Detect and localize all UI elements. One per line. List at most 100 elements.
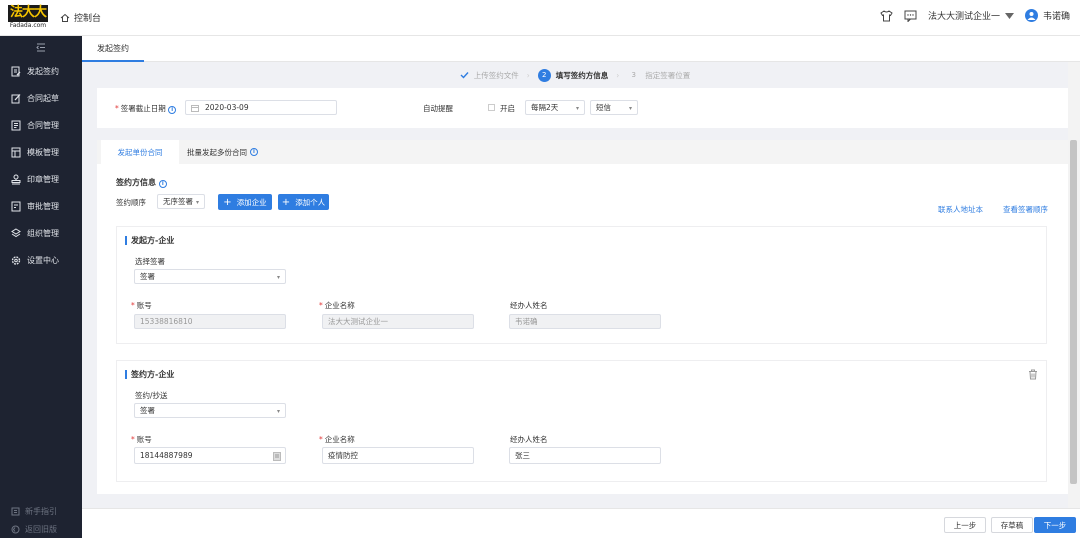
required-mark: *	[115, 104, 119, 113]
gear-icon	[11, 256, 21, 265]
deadline-date-picker[interactable]: 2020-03-09	[185, 100, 337, 115]
save-draft-button[interactable]: 存草稿	[991, 517, 1033, 533]
signer-account-label-text: 账号	[136, 435, 152, 444]
sidebar-item-draft[interactable]: 合同起草	[0, 85, 82, 112]
sidebar-item-label: 发起签约	[27, 67, 59, 76]
message-icon[interactable]	[904, 10, 917, 22]
step-position[interactable]: 3 指定签署位置	[627, 69, 691, 82]
tab-start-signing[interactable]: 发起签约	[82, 36, 144, 62]
sidebar-back-old[interactable]: 返回旧版	[0, 520, 82, 538]
caret-down-icon: ▾	[276, 408, 280, 415]
caret-down-icon: ▾	[575, 105, 579, 112]
scrollbar-thumb[interactable]	[1070, 140, 1077, 484]
sidebar-item-label: 印章管理	[27, 175, 59, 184]
chevron-right-icon: ›	[616, 70, 620, 80]
menu-fold-icon	[36, 43, 45, 51]
reminder-frequency-value: 每隔2天	[531, 103, 559, 112]
company-name: 法大大测试企业一	[927, 12, 1000, 22]
top-bar: 法大大 Fadada.com 控制台 法大大测试企业一 韦诺确	[0, 0, 1080, 36]
initiator-handler-label: 经办人姓名	[510, 301, 548, 310]
sidebar-item-label: 模板管理	[27, 148, 59, 157]
tab-batch-contracts[interactable]: 批量发起多份合同 i	[187, 140, 277, 164]
info-icon[interactable]: i	[158, 180, 167, 188]
reminder-frequency-select[interactable]: 每隔2天 ▾	[525, 100, 585, 115]
signing-order-label: 签约顺序	[116, 198, 146, 207]
sidebar-item-sign[interactable]: 发起签约	[0, 58, 82, 85]
deadline-label: * 签署截止日期 i	[115, 103, 177, 114]
plus-icon: +	[223, 196, 232, 208]
signer-company-input[interactable]: 疫情防控	[322, 447, 474, 464]
add-company-button[interactable]: + 添加企业	[218, 194, 272, 210]
initiator-account-input[interactable]: 15338816810	[134, 314, 286, 329]
sidebar-item-organization[interactable]: 组织管理	[0, 220, 82, 247]
initiator-role-select[interactable]: 签署 ▾	[134, 269, 286, 284]
signer-handler-input[interactable]: 张三	[509, 447, 661, 464]
sidebar-guide-label: 新手指引	[25, 506, 57, 516]
reminder-checkbox[interactable]	[488, 104, 495, 111]
sign-doc-icon	[11, 66, 21, 77]
shirt-icon[interactable]	[880, 9, 893, 22]
step-label: 上传签约文件	[473, 70, 519, 80]
step-fill-signers[interactable]: 2 填写签约方信息	[537, 68, 608, 82]
sidebar-item-seals[interactable]: 印章管理	[0, 166, 82, 193]
add-person-button[interactable]: + 添加个人	[278, 194, 329, 210]
sidebar-item-label: 审批管理	[27, 202, 59, 211]
required-mark: *	[319, 301, 323, 310]
company-switcher[interactable]: 法大大测试企业一	[928, 9, 1014, 22]
signing-order-value: 无序签署	[163, 197, 193, 206]
initiator-company-input[interactable]: 法大大测试企业一	[322, 314, 474, 329]
contacts-link[interactable]: 联系人地址本	[938, 204, 983, 215]
signer-role-select[interactable]: 签署 ▾	[134, 403, 286, 418]
signing-order-select[interactable]: 无序签署 ▾	[157, 194, 205, 209]
view-order-link[interactable]: 查看签署顺序	[1003, 204, 1048, 215]
calendar-icon	[191, 104, 199, 112]
caret-down-icon: ▾	[628, 105, 632, 112]
step-indicator: 上传签约文件 › 2 填写签约方信息 › 3 指定签署位置	[82, 62, 1068, 88]
caret-down-icon: ▾	[195, 199, 199, 206]
guide-icon	[11, 507, 20, 515]
step-upload[interactable]: 上传签约文件	[460, 70, 519, 81]
add-company-label: 添加企业	[236, 197, 267, 207]
home-link[interactable]: 控制台	[60, 11, 101, 24]
check-icon	[460, 72, 469, 79]
contacts-book-icon[interactable]	[273, 452, 281, 461]
caret-down-icon	[1004, 12, 1014, 19]
stamp-icon	[11, 174, 21, 185]
signer-title: 签约方-企业	[125, 370, 174, 379]
sidebar-collapse-button[interactable]	[0, 36, 82, 58]
sidebar-item-templates[interactable]: 模板管理	[0, 139, 82, 166]
signer-company-label-text: 企业名称	[324, 435, 355, 444]
sidebar-guide[interactable]: 新手指引	[0, 502, 82, 520]
caret-down-icon: ▾	[276, 274, 280, 281]
signer-handler-label: 经办人姓名	[510, 435, 548, 444]
tab-single-contract[interactable]: 发起单份合同	[101, 140, 179, 164]
initiator-role-value: 签署	[140, 272, 155, 281]
initiator-handler-input[interactable]: 韦诺确	[509, 314, 661, 329]
required-mark: *	[131, 435, 135, 444]
user-icon	[1027, 12, 1036, 20]
sidebar: 发起签约 合同起草 合同管理 模板管理 印章管理 审批管理 组织管理 设置中心 …	[0, 36, 82, 538]
sidebar-item-label: 设置中心	[27, 256, 59, 265]
next-button[interactable]: 下一步	[1034, 517, 1076, 533]
logo[interactable]: 法大大 Fadada.com	[8, 5, 48, 31]
sidebar-item-contracts[interactable]: 合同管理	[0, 112, 82, 139]
trash-icon[interactable]	[1028, 369, 1038, 380]
deadline-label-text: 签署截止日期	[120, 104, 166, 113]
info-icon[interactable]: i	[168, 106, 177, 114]
plus-icon: +	[281, 196, 291, 208]
settings-card: * 签署截止日期 i 2020-03-09 自动提醒 开启 每隔2天 ▾ 短信 ▾	[97, 88, 1068, 128]
sidebar-item-settings[interactable]: 设置中心	[0, 247, 82, 274]
reminder-channel-value: 短信	[596, 103, 611, 112]
signer-account-input[interactable]: 18144887989	[134, 447, 286, 464]
user-menu[interactable]: 韦诺确	[1024, 9, 1070, 22]
reminder-channel-select[interactable]: 短信 ▾	[590, 100, 638, 115]
reminder-label: 自动提醒	[423, 104, 453, 113]
signer-role-value: 签署	[140, 406, 155, 415]
info-icon[interactable]: i	[250, 148, 258, 156]
prev-button[interactable]: 上一步	[944, 517, 986, 533]
tab-label: 发起单份合同	[117, 147, 163, 157]
signer-company-label: * 企业名称	[319, 434, 355, 445]
initiator-account-label: * 账号	[131, 300, 152, 311]
layers-icon	[11, 228, 21, 238]
sidebar-item-approvals[interactable]: 审批管理	[0, 193, 82, 220]
